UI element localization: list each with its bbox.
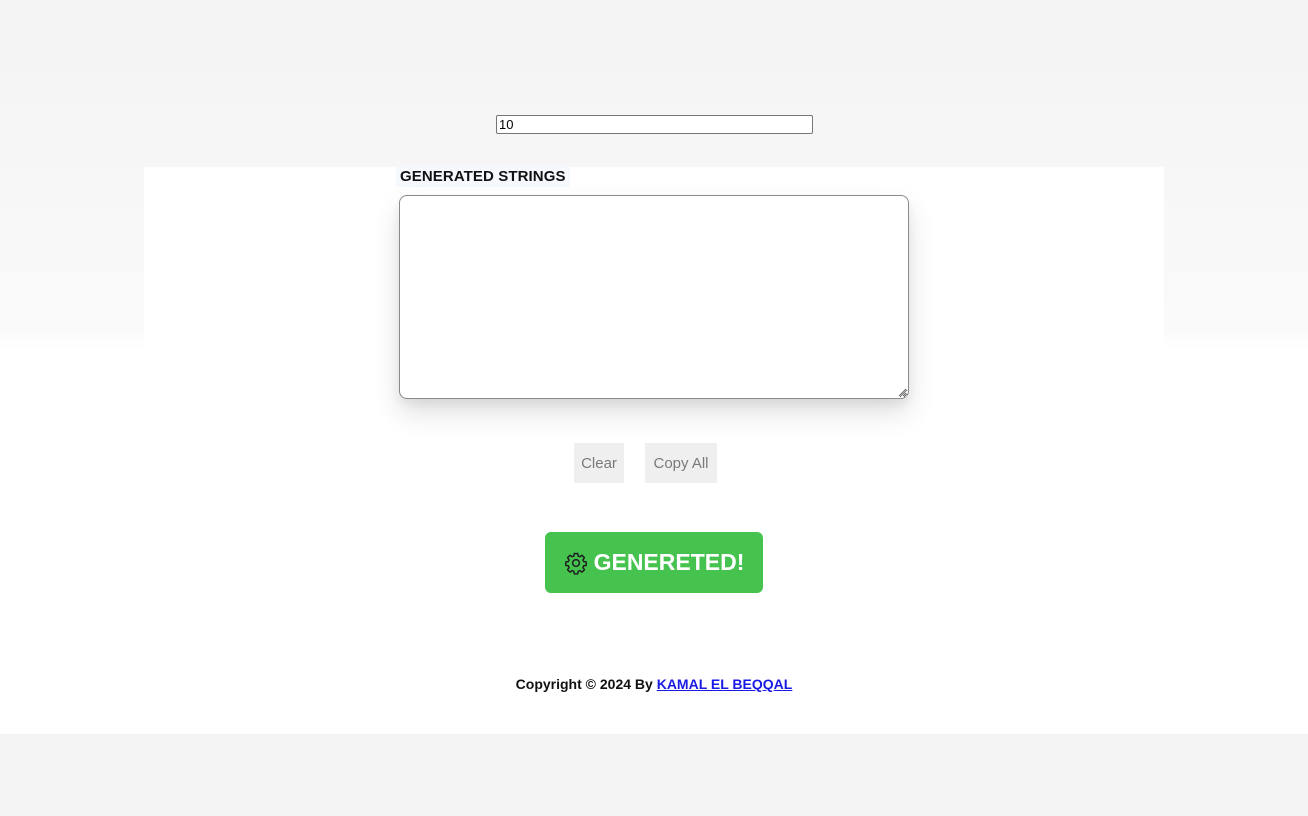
generate-button[interactable]: GENERETED! [545, 532, 763, 593]
string-count-input[interactable] [496, 115, 813, 134]
clear-button[interactable]: Clear [574, 443, 624, 483]
generated-strings-label: GENERATED STRINGS [396, 166, 570, 187]
footer-copyright-text: Copyright © 2024 By [515, 676, 657, 692]
gear-icon [564, 551, 588, 575]
copy-all-button[interactable]: Copy All [645, 443, 717, 483]
footer: Copyright © 2024 By KAMAL EL BEQQAL [0, 676, 1308, 692]
generated-strings-textarea[interactable] [399, 195, 909, 399]
author-link[interactable]: KAMAL EL BEQQAL [657, 676, 793, 692]
generate-button-label: GENERETED! [593, 549, 745, 575]
